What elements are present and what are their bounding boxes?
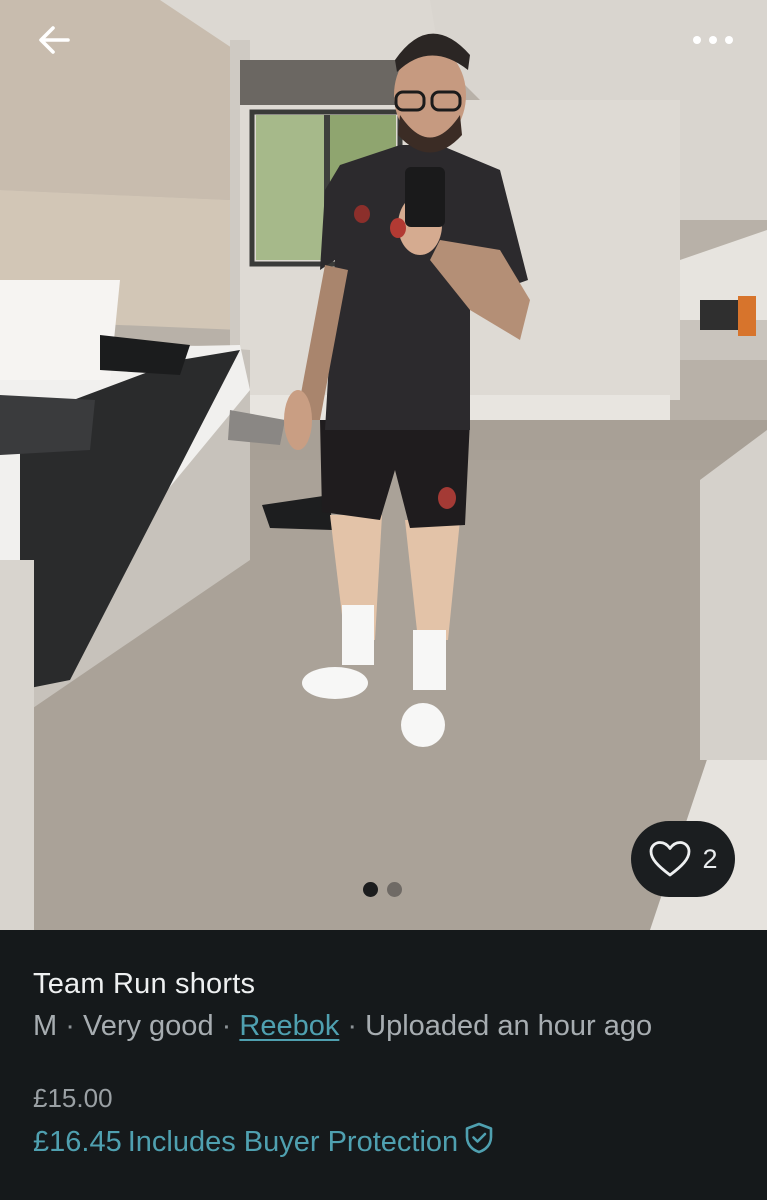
back-button[interactable]	[30, 20, 78, 60]
uploaded-time: Uploaded an hour ago	[365, 1010, 653, 1042]
item-detail-screen: 2 Team Run shorts M · Very good · Reebok…	[0, 0, 767, 1200]
item-photo[interactable]: 2	[0, 0, 767, 930]
buyer-protection-price[interactable]: £16.45 Includes Buyer Protection	[33, 1122, 494, 1162]
meta-separator: ·	[221, 1010, 232, 1042]
photo-illustration	[0, 0, 767, 930]
pager-dot[interactable]	[387, 882, 402, 897]
item-condition: Very good	[82, 1010, 214, 1042]
shield-check-icon	[464, 1122, 494, 1162]
brand-link[interactable]: Reebok	[239, 1010, 339, 1042]
pager-dot-active[interactable]	[363, 882, 378, 897]
item-price: £15.00	[33, 1083, 113, 1113]
item-info-panel: Team Run shorts M · Very good · Reebok ·…	[0, 930, 767, 1200]
item-meta: M · Very good · Reebok · Uploaded an hou…	[33, 1010, 652, 1043]
more-horizontal-icon	[692, 35, 734, 45]
arrow-left-icon	[37, 25, 71, 55]
buyer-protection-label: Includes Buyer Protection	[127, 1125, 459, 1158]
favorite-button[interactable]: 2	[631, 821, 735, 897]
item-title: Team Run shorts	[33, 968, 256, 1000]
item-size: M	[33, 1010, 58, 1042]
more-options-button[interactable]	[687, 22, 739, 58]
photo-pager	[363, 882, 402, 897]
favorite-count: 2	[702, 843, 718, 874]
meta-separator: ·	[65, 1010, 75, 1042]
meta-separator: ·	[347, 1010, 358, 1042]
total-price: £16.45	[33, 1125, 122, 1158]
heart-outline-icon	[648, 840, 692, 878]
